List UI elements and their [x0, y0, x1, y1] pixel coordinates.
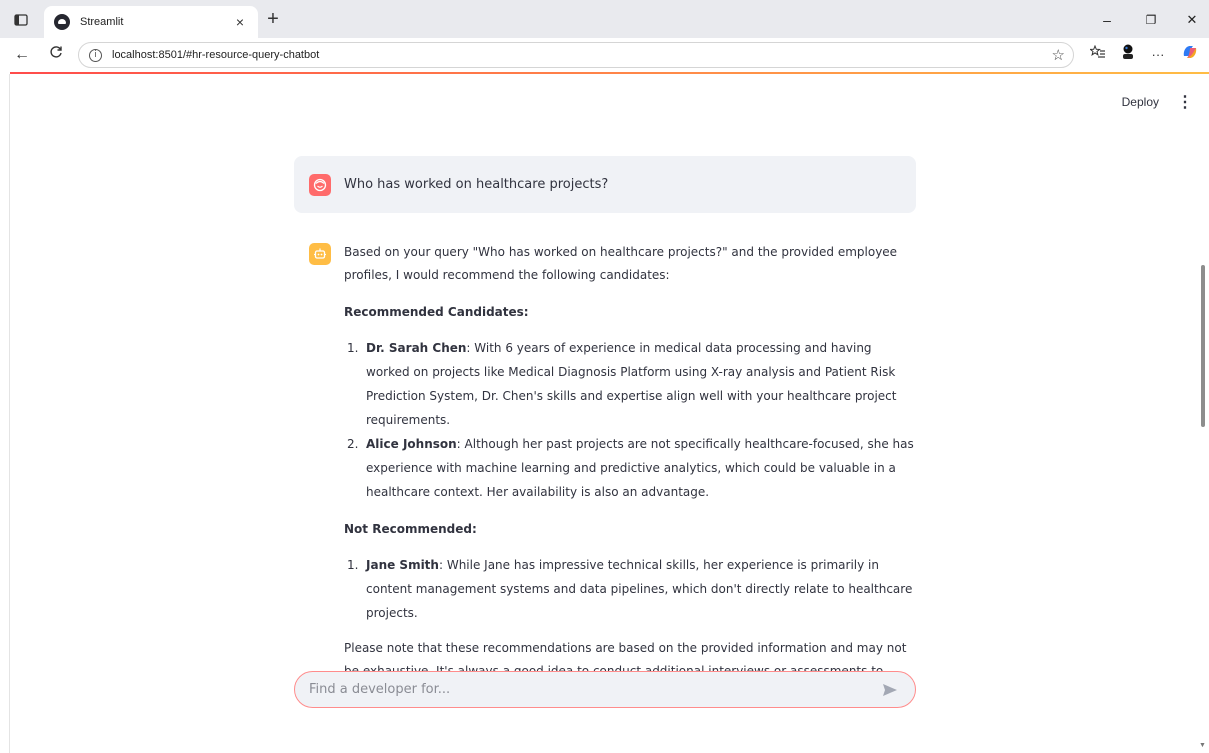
url-bar[interactable]: i localhost:8501/#hr-resource-query-chat… — [78, 42, 1074, 68]
url-text[interactable]: localhost:8501/#hr-resource-query-chatbo… — [112, 49, 1052, 61]
address-bar-row: ← i localhost:8501/#hr-resource-query-ch… — [0, 38, 1209, 72]
streamlit-favicon-icon — [54, 14, 70, 30]
main-menu-icon[interactable]: ⋮ — [1177, 92, 1193, 112]
deploy-button[interactable]: Deploy — [1122, 95, 1159, 109]
user-message: Who has worked on healthcare projects? — [294, 156, 916, 213]
user-message-text: Who has worked on healthcare projects? — [344, 177, 609, 192]
browser-tab-streamlit[interactable]: Streamlit × — [44, 6, 258, 38]
chat-container: Who has worked on healthcare projects? B… — [294, 156, 916, 706]
list-item: 1. Jane Smith: While Jane has impressive … — [347, 558, 913, 620]
chat-input[interactable] — [309, 682, 875, 697]
list-item: 2. Alice Johnson: Although her past proje… — [347, 437, 914, 499]
favorite-star-icon[interactable]: ☆ — [1052, 46, 1065, 64]
tab-close-icon[interactable]: × — [232, 14, 248, 30]
site-info-icon[interactable]: i — [89, 48, 102, 62]
send-icon[interactable] — [875, 675, 905, 705]
tab-actions-icon[interactable] — [6, 6, 36, 34]
profile-avatar-icon[interactable] — [1116, 43, 1140, 67]
candidate-name: Jane Smith — [366, 558, 439, 572]
user-avatar-icon — [309, 173, 331, 196]
assistant-avatar-icon — [309, 243, 331, 265]
list-item: 1. Dr. Sarah Chen: With 6 years of experi… — [347, 341, 897, 427]
minimize-button[interactable]: – — [1090, 8, 1124, 32]
app-header-toolbar: Deploy ⋮ — [1122, 92, 1193, 112]
not-recommended-heading: Not Recommended: — [344, 522, 477, 536]
scrollbar-thumb[interactable] — [1201, 265, 1205, 427]
recommended-list: 1. Dr. Sarah Chen: With 6 years of experi… — [344, 336, 916, 504]
candidate-name: Alice Johnson — [366, 437, 457, 451]
close-window-button[interactable]: ✕ — [1175, 8, 1209, 32]
restore-button[interactable]: ❐ — [1134, 8, 1168, 32]
new-tab-button[interactable]: + — [262, 9, 284, 31]
recommended-heading: Recommended Candidates: — [344, 305, 529, 319]
chat-input-container — [294, 671, 916, 708]
assistant-intro: Based on your query "Who has worked on h… — [344, 245, 898, 282]
scroll-down-arrow-icon[interactable]: ▼ — [1199, 742, 1206, 749]
more-options-icon[interactable]: ··· — [1146, 43, 1170, 67]
candidate-name: Dr. Sarah Chen — [366, 341, 467, 355]
back-arrow-icon[interactable]: ← — [10, 43, 34, 67]
not-recommended-list: 1. Jane Smith: While Jane has impressive … — [344, 553, 916, 625]
copilot-icon[interactable] — [1178, 43, 1202, 67]
favorites-list-icon[interactable] — [1086, 43, 1110, 67]
reload-icon[interactable] — [44, 43, 68, 67]
browser-tab-strip: Streamlit × + – ❐ ✕ — [0, 0, 1209, 38]
assistant-message: Based on your query "Who has worked on h… — [294, 241, 916, 706]
tab-title: Streamlit — [80, 16, 124, 28]
